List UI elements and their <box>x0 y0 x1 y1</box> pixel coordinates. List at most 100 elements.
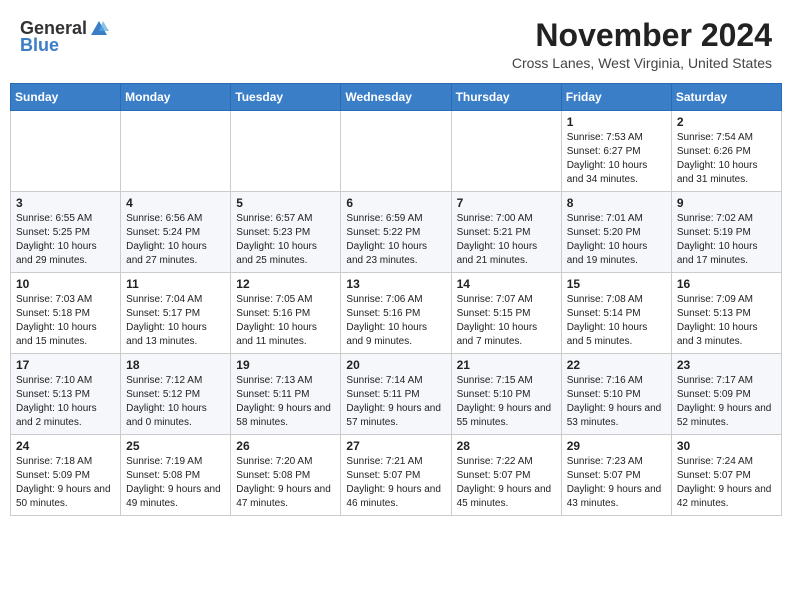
calendar-header-row: SundayMondayTuesdayWednesdayThursdayFrid… <box>11 84 782 111</box>
calendar-cell: 11 Sunrise: 7:04 AM Sunset: 5:17 PM Dayli… <box>121 273 231 354</box>
calendar-cell: 14 Sunrise: 7:07 AM Sunset: 5:15 PM Dayli… <box>451 273 561 354</box>
day-number: 20 <box>346 358 445 372</box>
calendar-week-row: 10Sunrise: 7:03 AM Sunset: 5:18 PM Dayli… <box>11 273 782 354</box>
day-number: 5 <box>236 196 335 210</box>
day-number: 1 <box>567 115 666 129</box>
calendar-cell: 3 Sunrise: 6:55 AM Sunset: 5:25 PM Daylig… <box>11 192 121 273</box>
day-number: 11 <box>126 277 225 291</box>
calendar-cell: 12 Sunrise: 7:05 AM Sunset: 5:16 PM Dayli… <box>231 273 341 354</box>
day-info: Sunrise: 7:53 AM Sunset: 6:27 PM Dayligh… <box>567 131 666 187</box>
day-number: 25 <box>126 439 225 453</box>
day-info: Sunrise: 7:13 AM Sunset: 5:11 PM Dayligh… <box>236 374 335 430</box>
calendar-cell: 29Sunrise: 7:23 AM Sunset: 5:07 PM Dayli… <box>561 435 671 516</box>
calendar-cell: 23 Sunrise: 7:17 AM Sunset: 5:09 PM Dayli… <box>671 354 781 435</box>
calendar-cell: 15 Sunrise: 7:08 AM Sunset: 5:14 PM Dayli… <box>561 273 671 354</box>
day-number: 28 <box>457 439 556 453</box>
day-info: Sunrise: 6:59 AM Sunset: 5:22 PM Dayligh… <box>346 212 445 268</box>
logo: General Blue <box>20 18 109 56</box>
calendar-cell: 30 Sunrise: 7:24 AM Sunset: 5:07 PM Dayli… <box>671 435 781 516</box>
day-info: Sunrise: 7:20 AM Sunset: 5:08 PM Dayligh… <box>236 455 335 511</box>
day-info: Sunrise: 7:19 AM Sunset: 5:08 PM Dayligh… <box>126 455 225 511</box>
calendar-day-header: Tuesday <box>231 84 341 111</box>
calendar-cell: 10Sunrise: 7:03 AM Sunset: 5:18 PM Dayli… <box>11 273 121 354</box>
day-number: 21 <box>457 358 556 372</box>
calendar-cell: 5 Sunrise: 6:57 AM Sunset: 5:23 PM Daylig… <box>231 192 341 273</box>
day-info: Sunrise: 7:23 AM Sunset: 5:07 PM Dayligh… <box>567 455 666 511</box>
month-title: November 2024 <box>512 18 772 53</box>
day-number: 10 <box>16 277 115 291</box>
calendar-week-row: 3 Sunrise: 6:55 AM Sunset: 5:25 PM Daylig… <box>11 192 782 273</box>
calendar-cell <box>231 111 341 192</box>
day-info: Sunrise: 6:55 AM Sunset: 5:25 PM Dayligh… <box>16 212 115 268</box>
calendar-cell: 27 Sunrise: 7:21 AM Sunset: 5:07 PM Dayli… <box>341 435 451 516</box>
day-info: Sunrise: 7:18 AM Sunset: 5:09 PM Dayligh… <box>16 455 115 511</box>
day-info: Sunrise: 7:07 AM Sunset: 5:15 PM Dayligh… <box>457 293 556 349</box>
day-number: 12 <box>236 277 335 291</box>
day-number: 14 <box>457 277 556 291</box>
day-info: Sunrise: 7:01 AM Sunset: 5:20 PM Dayligh… <box>567 212 666 268</box>
calendar-day-header: Monday <box>121 84 231 111</box>
logo-icon <box>89 19 109 39</box>
day-number: 15 <box>567 277 666 291</box>
day-number: 2 <box>677 115 776 129</box>
calendar-week-row: 24Sunrise: 7:18 AM Sunset: 5:09 PM Dayli… <box>11 435 782 516</box>
calendar-cell: 26Sunrise: 7:20 AM Sunset: 5:08 PM Dayli… <box>231 435 341 516</box>
day-info: Sunrise: 7:08 AM Sunset: 5:14 PM Dayligh… <box>567 293 666 349</box>
day-info: Sunrise: 7:00 AM Sunset: 5:21 PM Dayligh… <box>457 212 556 268</box>
calendar-cell: 20 Sunrise: 7:14 AM Sunset: 5:11 PM Dayli… <box>341 354 451 435</box>
calendar-cell: 25 Sunrise: 7:19 AM Sunset: 5:08 PM Dayli… <box>121 435 231 516</box>
calendar-cell <box>451 111 561 192</box>
day-info: Sunrise: 6:56 AM Sunset: 5:24 PM Dayligh… <box>126 212 225 268</box>
day-info: Sunrise: 7:02 AM Sunset: 5:19 PM Dayligh… <box>677 212 776 268</box>
calendar-cell: 13 Sunrise: 7:06 AM Sunset: 5:16 PM Dayli… <box>341 273 451 354</box>
day-info: Sunrise: 7:10 AM Sunset: 5:13 PM Dayligh… <box>16 374 115 430</box>
calendar-cell: 21Sunrise: 7:15 AM Sunset: 5:10 PM Dayli… <box>451 354 561 435</box>
day-info: Sunrise: 7:05 AM Sunset: 5:16 PM Dayligh… <box>236 293 335 349</box>
day-number: 23 <box>677 358 776 372</box>
calendar-cell <box>11 111 121 192</box>
calendar-cell: 24Sunrise: 7:18 AM Sunset: 5:09 PM Dayli… <box>11 435 121 516</box>
day-info: Sunrise: 7:22 AM Sunset: 5:07 PM Dayligh… <box>457 455 556 511</box>
day-number: 30 <box>677 439 776 453</box>
calendar-cell: 28 Sunrise: 7:22 AM Sunset: 5:07 PM Dayli… <box>451 435 561 516</box>
day-number: 8 <box>567 196 666 210</box>
page-header: General Blue November 2024 Cross Lanes, … <box>10 10 782 75</box>
calendar-cell: 1 Sunrise: 7:53 AM Sunset: 6:27 PM Daylig… <box>561 111 671 192</box>
day-info: Sunrise: 7:04 AM Sunset: 5:17 PM Dayligh… <box>126 293 225 349</box>
day-number: 7 <box>457 196 556 210</box>
day-number: 13 <box>346 277 445 291</box>
day-number: 16 <box>677 277 776 291</box>
day-number: 22 <box>567 358 666 372</box>
calendar-cell: 7 Sunrise: 7:00 AM Sunset: 5:21 PM Daylig… <box>451 192 561 273</box>
logo-blue-text: Blue <box>20 35 59 56</box>
day-info: Sunrise: 7:14 AM Sunset: 5:11 PM Dayligh… <box>346 374 445 430</box>
calendar-cell: 19 Sunrise: 7:13 AM Sunset: 5:11 PM Dayli… <box>231 354 341 435</box>
day-info: Sunrise: 7:24 AM Sunset: 5:07 PM Dayligh… <box>677 455 776 511</box>
calendar-cell: 22 Sunrise: 7:16 AM Sunset: 5:10 PM Dayli… <box>561 354 671 435</box>
calendar-cell: 17Sunrise: 7:10 AM Sunset: 5:13 PM Dayli… <box>11 354 121 435</box>
day-number: 6 <box>346 196 445 210</box>
calendar-cell: 9Sunrise: 7:02 AM Sunset: 5:19 PM Daylig… <box>671 192 781 273</box>
day-info: Sunrise: 7:12 AM Sunset: 5:12 PM Dayligh… <box>126 374 225 430</box>
day-info: Sunrise: 7:54 AM Sunset: 6:26 PM Dayligh… <box>677 131 776 187</box>
day-info: Sunrise: 7:09 AM Sunset: 5:13 PM Dayligh… <box>677 293 776 349</box>
title-area: November 2024 Cross Lanes, West Virginia… <box>512 18 772 71</box>
day-info: Sunrise: 7:06 AM Sunset: 5:16 PM Dayligh… <box>346 293 445 349</box>
calendar-day-header: Sunday <box>11 84 121 111</box>
calendar-cell: 18 Sunrise: 7:12 AM Sunset: 5:12 PM Dayli… <box>121 354 231 435</box>
day-info: Sunrise: 6:57 AM Sunset: 5:23 PM Dayligh… <box>236 212 335 268</box>
day-number: 19 <box>236 358 335 372</box>
day-number: 3 <box>16 196 115 210</box>
calendar-day-header: Thursday <box>451 84 561 111</box>
day-info: Sunrise: 7:17 AM Sunset: 5:09 PM Dayligh… <box>677 374 776 430</box>
calendar-cell: 8 Sunrise: 7:01 AM Sunset: 5:20 PM Daylig… <box>561 192 671 273</box>
calendar-day-header: Wednesday <box>341 84 451 111</box>
calendar-week-row: 1 Sunrise: 7:53 AM Sunset: 6:27 PM Daylig… <box>11 111 782 192</box>
calendar-cell: 2 Sunrise: 7:54 AM Sunset: 6:26 PM Daylig… <box>671 111 781 192</box>
day-number: 18 <box>126 358 225 372</box>
day-info: Sunrise: 7:16 AM Sunset: 5:10 PM Dayligh… <box>567 374 666 430</box>
day-number: 27 <box>346 439 445 453</box>
calendar-cell: 16 Sunrise: 7:09 AM Sunset: 5:13 PM Dayli… <box>671 273 781 354</box>
day-info: Sunrise: 7:21 AM Sunset: 5:07 PM Dayligh… <box>346 455 445 511</box>
calendar-cell: 4Sunrise: 6:56 AM Sunset: 5:24 PM Daylig… <box>121 192 231 273</box>
